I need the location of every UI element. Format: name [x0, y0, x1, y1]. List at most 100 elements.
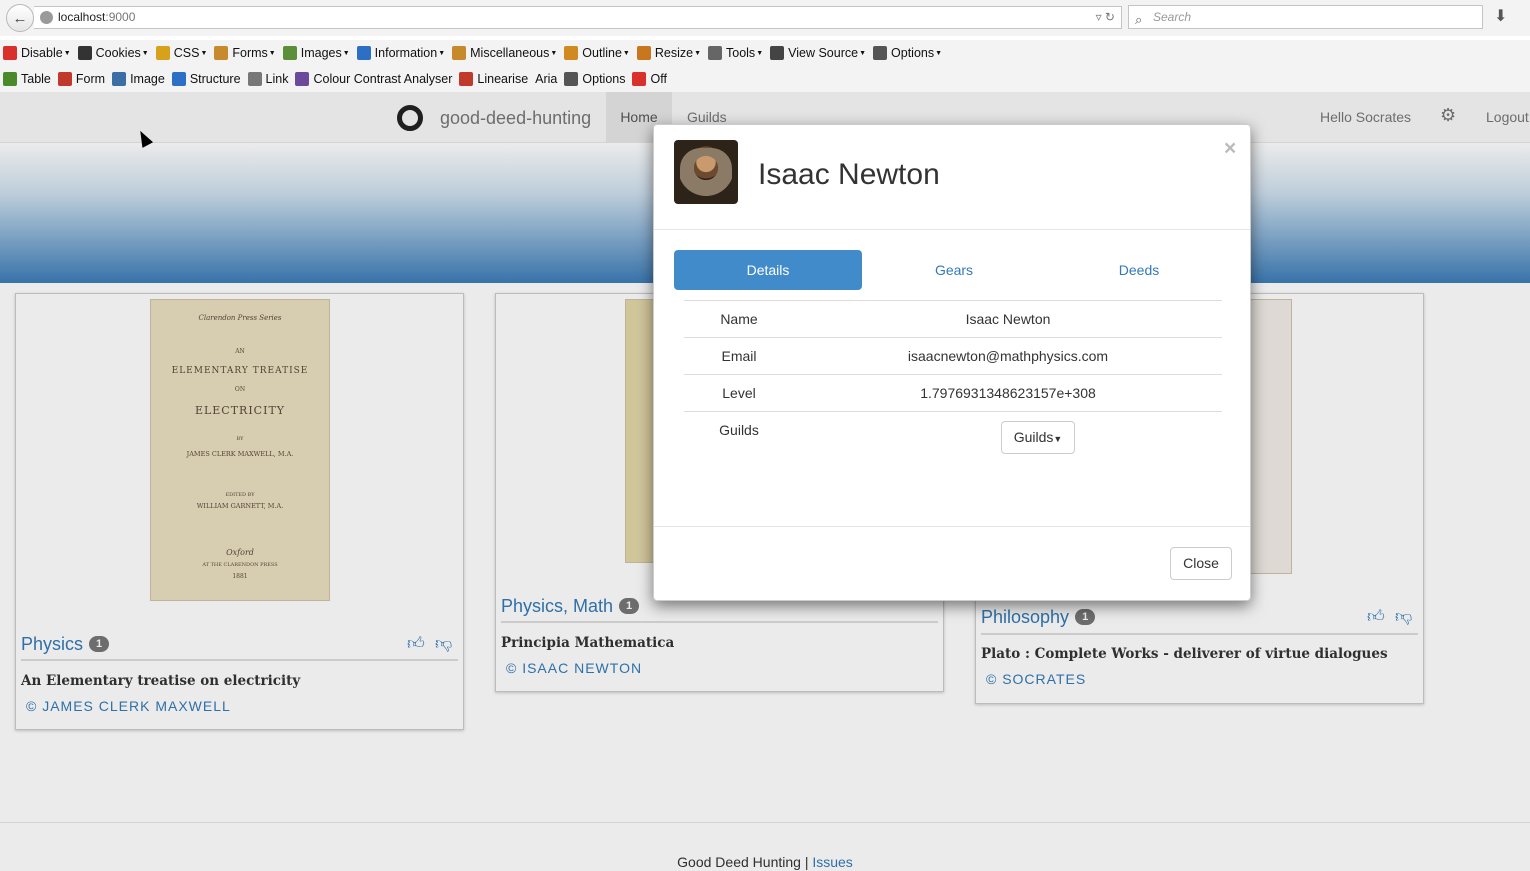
detail-row-level: Level 1.7976931348623157e+308 [684, 374, 1222, 411]
table-icon [3, 72, 17, 86]
toolbar-item-label: Outline [582, 46, 622, 60]
tab-details[interactable]: Details [674, 250, 862, 290]
toolbar-item-structure[interactable]: Structure [171, 72, 241, 86]
search-placeholder: Search [1153, 10, 1192, 24]
url-host: localhost [58, 10, 106, 24]
information-icon [356, 46, 371, 60]
toolbar-item-label: Miscellaneous [470, 46, 550, 60]
download-icon[interactable]: ⬇ [1494, 6, 1507, 26]
toolbar-item-tools[interactable]: Tools ▼ [708, 46, 763, 60]
caret-down-icon: ▼ [622, 49, 630, 57]
modal-title: Isaac Newton [758, 158, 940, 191]
caret-down-icon: ▼ [342, 49, 350, 57]
guilds-dropdown-button[interactable]: Guilds▼ [1001, 421, 1075, 454]
caret-down-icon: ▼ [1053, 434, 1063, 444]
toolbar-item-colour-contrast-analyser[interactable]: Colour Contrast Analyser [295, 72, 452, 86]
tools-icon [708, 46, 722, 60]
toolbar-item-label: Table [21, 72, 51, 86]
url-field[interactable]: localhost:9000 ▿ ↻ [34, 6, 1122, 29]
linearise-icon [459, 72, 474, 86]
toolbar-item-label: Aria [535, 72, 558, 86]
colour-contrast-icon [295, 72, 310, 86]
options-icon [873, 46, 888, 60]
link-icon [247, 72, 262, 86]
toolbar-item-label: Options [891, 46, 935, 60]
toolbar-item-options[interactable]: Options [564, 72, 625, 86]
detail-value: isaacnewton@mathphysics.com [907, 348, 1109, 364]
options-icon [564, 72, 579, 86]
avatar [674, 140, 738, 204]
caret-down-icon: ▼ [438, 49, 446, 57]
toolbar-item-label: Linearise [477, 72, 529, 86]
toolbar-item-off[interactable]: Off [632, 72, 667, 86]
search-input[interactable]: ⌕ Search [1128, 5, 1483, 29]
close-button[interactable]: Close [1170, 547, 1232, 580]
search-icon: ⌕ [1135, 12, 1143, 27]
detail-key: Name [720, 311, 758, 327]
detail-key: Email [721, 348, 757, 364]
browser-urlbar: ← localhost:9000 ▿ ↻ ⌕ Search ⬇ [0, 0, 1530, 36]
caret-down-icon: ▼ [694, 49, 701, 57]
close-icon[interactable]: × [1224, 137, 1236, 161]
toolbar-item-linearise[interactable]: Linearise [459, 72, 528, 86]
toolbar-item-label: Options [582, 72, 626, 86]
toolbar-item-label: Colour Contrast Analyser [313, 72, 453, 86]
toolbar-item-form[interactable]: Form [57, 72, 106, 86]
caret-down-icon: ▼ [859, 49, 867, 57]
toolbar-item-information[interactable]: Information ▼ [356, 46, 446, 60]
reload-icon[interactable]: ▿ ↻ [1096, 7, 1115, 28]
images-icon [282, 46, 297, 60]
toolbar-item-label: Link [265, 72, 289, 86]
caret-down-icon: ▼ [268, 49, 276, 57]
caret-down-icon: ▼ [550, 49, 558, 57]
detail-value: Isaac Newton [965, 311, 1051, 327]
tab-gears[interactable]: Gears [860, 250, 1048, 290]
modal-footer-divider [654, 526, 1250, 527]
back-arrow-icon: ← [12, 9, 28, 27]
miscellaneous-icon [452, 46, 467, 60]
css-icon [155, 46, 170, 60]
toolbar-item-label: Cookies [95, 46, 141, 60]
toolbar-item-label: Disable [21, 46, 63, 60]
toolbar-item-link[interactable]: Link [247, 72, 289, 86]
structure-icon [171, 72, 186, 86]
toolbar-item-forms[interactable]: Forms ▼ [214, 46, 276, 60]
toolbar-item-options[interactable]: Options ▼ [873, 46, 942, 60]
disable-icon [3, 46, 17, 60]
caret-down-icon: ▼ [756, 49, 764, 57]
image-icon [112, 72, 127, 86]
toolbar-item-miscellaneous[interactable]: Miscellaneous ▼ [452, 46, 557, 60]
toolbar-item-table[interactable]: Table [3, 72, 51, 86]
back-button[interactable]: ← [6, 4, 34, 32]
toolbar-item-resize[interactable]: Resize ▼ [636, 46, 701, 60]
detail-row-guilds: Guilds Guilds▼ [684, 411, 1222, 471]
caret-down-icon: ▼ [935, 49, 943, 57]
toolbar-item-disable[interactable]: Disable ▼ [3, 46, 71, 60]
toolbar-item-css[interactable]: CSS ▼ [155, 46, 207, 60]
toolbar-item-label: Off [650, 72, 667, 86]
url-port: :9000 [105, 10, 136, 24]
toolbar-item-label: Image [130, 72, 165, 86]
form-icon [57, 72, 72, 86]
toolbar-item-image[interactable]: Image [112, 72, 165, 86]
toolbar-item-label: Images [300, 46, 342, 60]
toolbar-item-outline[interactable]: Outline ▼ [564, 46, 630, 60]
toolbar-item-images[interactable]: Images ▼ [282, 46, 350, 60]
toolbar-item-label: Structure [189, 72, 241, 86]
toolbar-item-aria[interactable]: Aria [535, 72, 557, 86]
toolbar-item-label: Form [75, 72, 106, 86]
toolbar-item-label: Tools [726, 46, 756, 60]
resize-icon [636, 46, 651, 60]
tab-deeds[interactable]: Deeds [1045, 250, 1233, 290]
outline-icon [564, 46, 579, 60]
forms-icon [214, 46, 229, 60]
off-icon [632, 72, 647, 86]
toolbar-item-label: Information [374, 46, 438, 60]
view-source-icon [770, 46, 785, 60]
toolbar-item-label: Resize [654, 46, 694, 60]
toolbar-item-label: CSS [173, 46, 200, 60]
webdev-toolbar-row2: Table Form Image Structure Link Colour Contra… [0, 66, 1530, 92]
guilds-dropdown-label: Guilds [1013, 429, 1054, 445]
toolbar-item-cookies[interactable]: Cookies ▼ [77, 46, 149, 60]
toolbar-item-view-source[interactable]: View Source ▼ [770, 46, 866, 60]
